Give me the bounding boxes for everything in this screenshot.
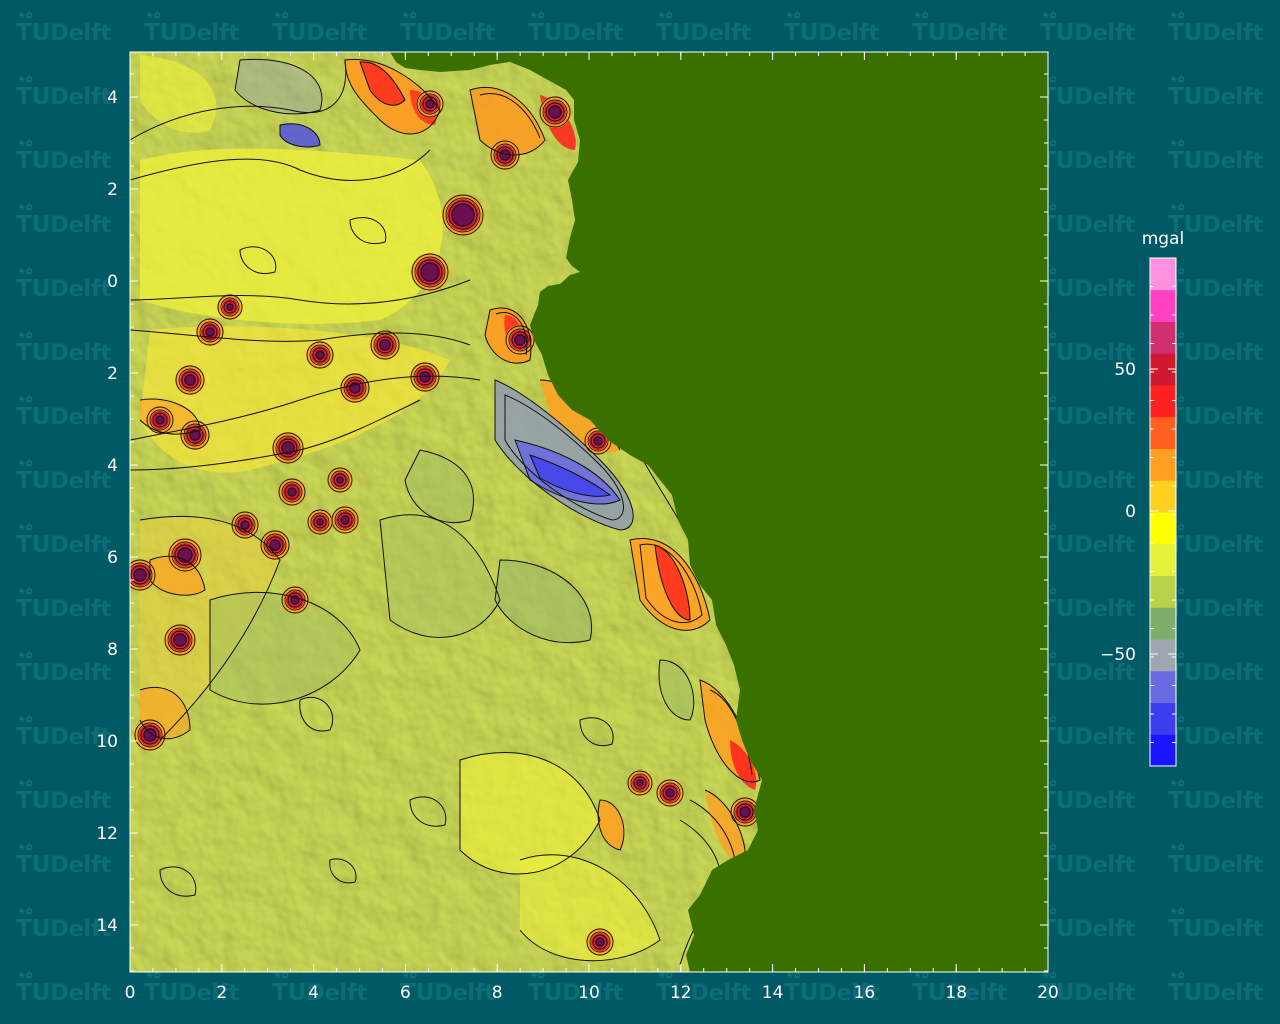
y-tick-label: 2 [107, 364, 118, 384]
peak-core [143, 728, 157, 742]
peak-core [287, 487, 297, 497]
y-tick-label: 14 [96, 916, 118, 936]
y-tick-label: 0 [107, 272, 118, 292]
colorbar-segment [1150, 607, 1176, 640]
peak-core [155, 415, 165, 425]
y-tick-label: 4 [107, 456, 118, 476]
colorbar-segment [1150, 385, 1176, 418]
peak-core [173, 633, 187, 647]
colorbar-tick-label: −50 [1100, 645, 1136, 665]
colorbar-segment [1150, 480, 1176, 513]
x-tick-label: 10 [578, 983, 600, 1003]
peak-core [184, 374, 196, 386]
peak-core [205, 327, 215, 337]
x-tick-label: 16 [854, 983, 876, 1003]
colorbar-unit: mgal [1142, 229, 1185, 249]
y-tick-label: 4 [107, 88, 118, 108]
colorbar-segment [1150, 321, 1176, 354]
peak-core [593, 436, 603, 446]
peak-core [315, 350, 325, 360]
peak-core [451, 203, 475, 227]
y-tick-label: 8 [107, 640, 118, 660]
peak-core [189, 429, 201, 441]
peak-core [420, 262, 440, 282]
x-tick-label: 2 [216, 983, 227, 1003]
x-tick-label: 18 [945, 983, 967, 1003]
peak-core [379, 339, 391, 351]
x-tick-label: 8 [492, 983, 503, 1003]
colorbar-segment [1150, 734, 1176, 767]
colorbar-tick-label: 50 [1114, 360, 1136, 380]
colorbar: mgal 50 0 −50 [1100, 229, 1184, 767]
colorbar-segment [1150, 289, 1176, 322]
y-tick-label: 10 [96, 732, 118, 752]
colorbar-segment [1150, 702, 1176, 735]
peak-core [133, 568, 147, 582]
peak-core [595, 937, 605, 947]
colorbar-segment [1150, 448, 1176, 481]
colorbar-segment [1150, 575, 1176, 608]
peak-core [665, 788, 675, 798]
x-tick-label: 6 [400, 983, 411, 1003]
x-tick-label: 4 [308, 983, 319, 1003]
map-plot-area [130, 52, 1048, 972]
gravity-map: 0 2 4 6 8 10 12 14 16 18 204202468101214 mgal500−5… [96, 51, 1184, 1003]
x-tick-label: 12 [670, 983, 692, 1003]
peak-core [419, 371, 431, 383]
x-tick-label: 14 [762, 983, 784, 1003]
colorbar-segment [1150, 639, 1176, 672]
x-tick-label: 20 [1037, 983, 1059, 1003]
peak-core [340, 515, 350, 525]
colorbar-tick-label: 0 [1125, 502, 1136, 522]
colorbar-segment [1150, 258, 1176, 291]
peak-core [177, 547, 193, 563]
x-tick-label: 0 [125, 983, 136, 1003]
colorbar-segment [1150, 416, 1176, 449]
y-tick-label: 2 [107, 180, 118, 200]
peak-core [739, 806, 751, 818]
peak-core [514, 334, 526, 346]
colorbar-segment [1150, 512, 1176, 545]
y-tick-label: 12 [96, 824, 118, 844]
peak-core [548, 105, 562, 119]
y-tick-label: 6 [107, 548, 118, 568]
colorbar-segment [1150, 670, 1176, 703]
